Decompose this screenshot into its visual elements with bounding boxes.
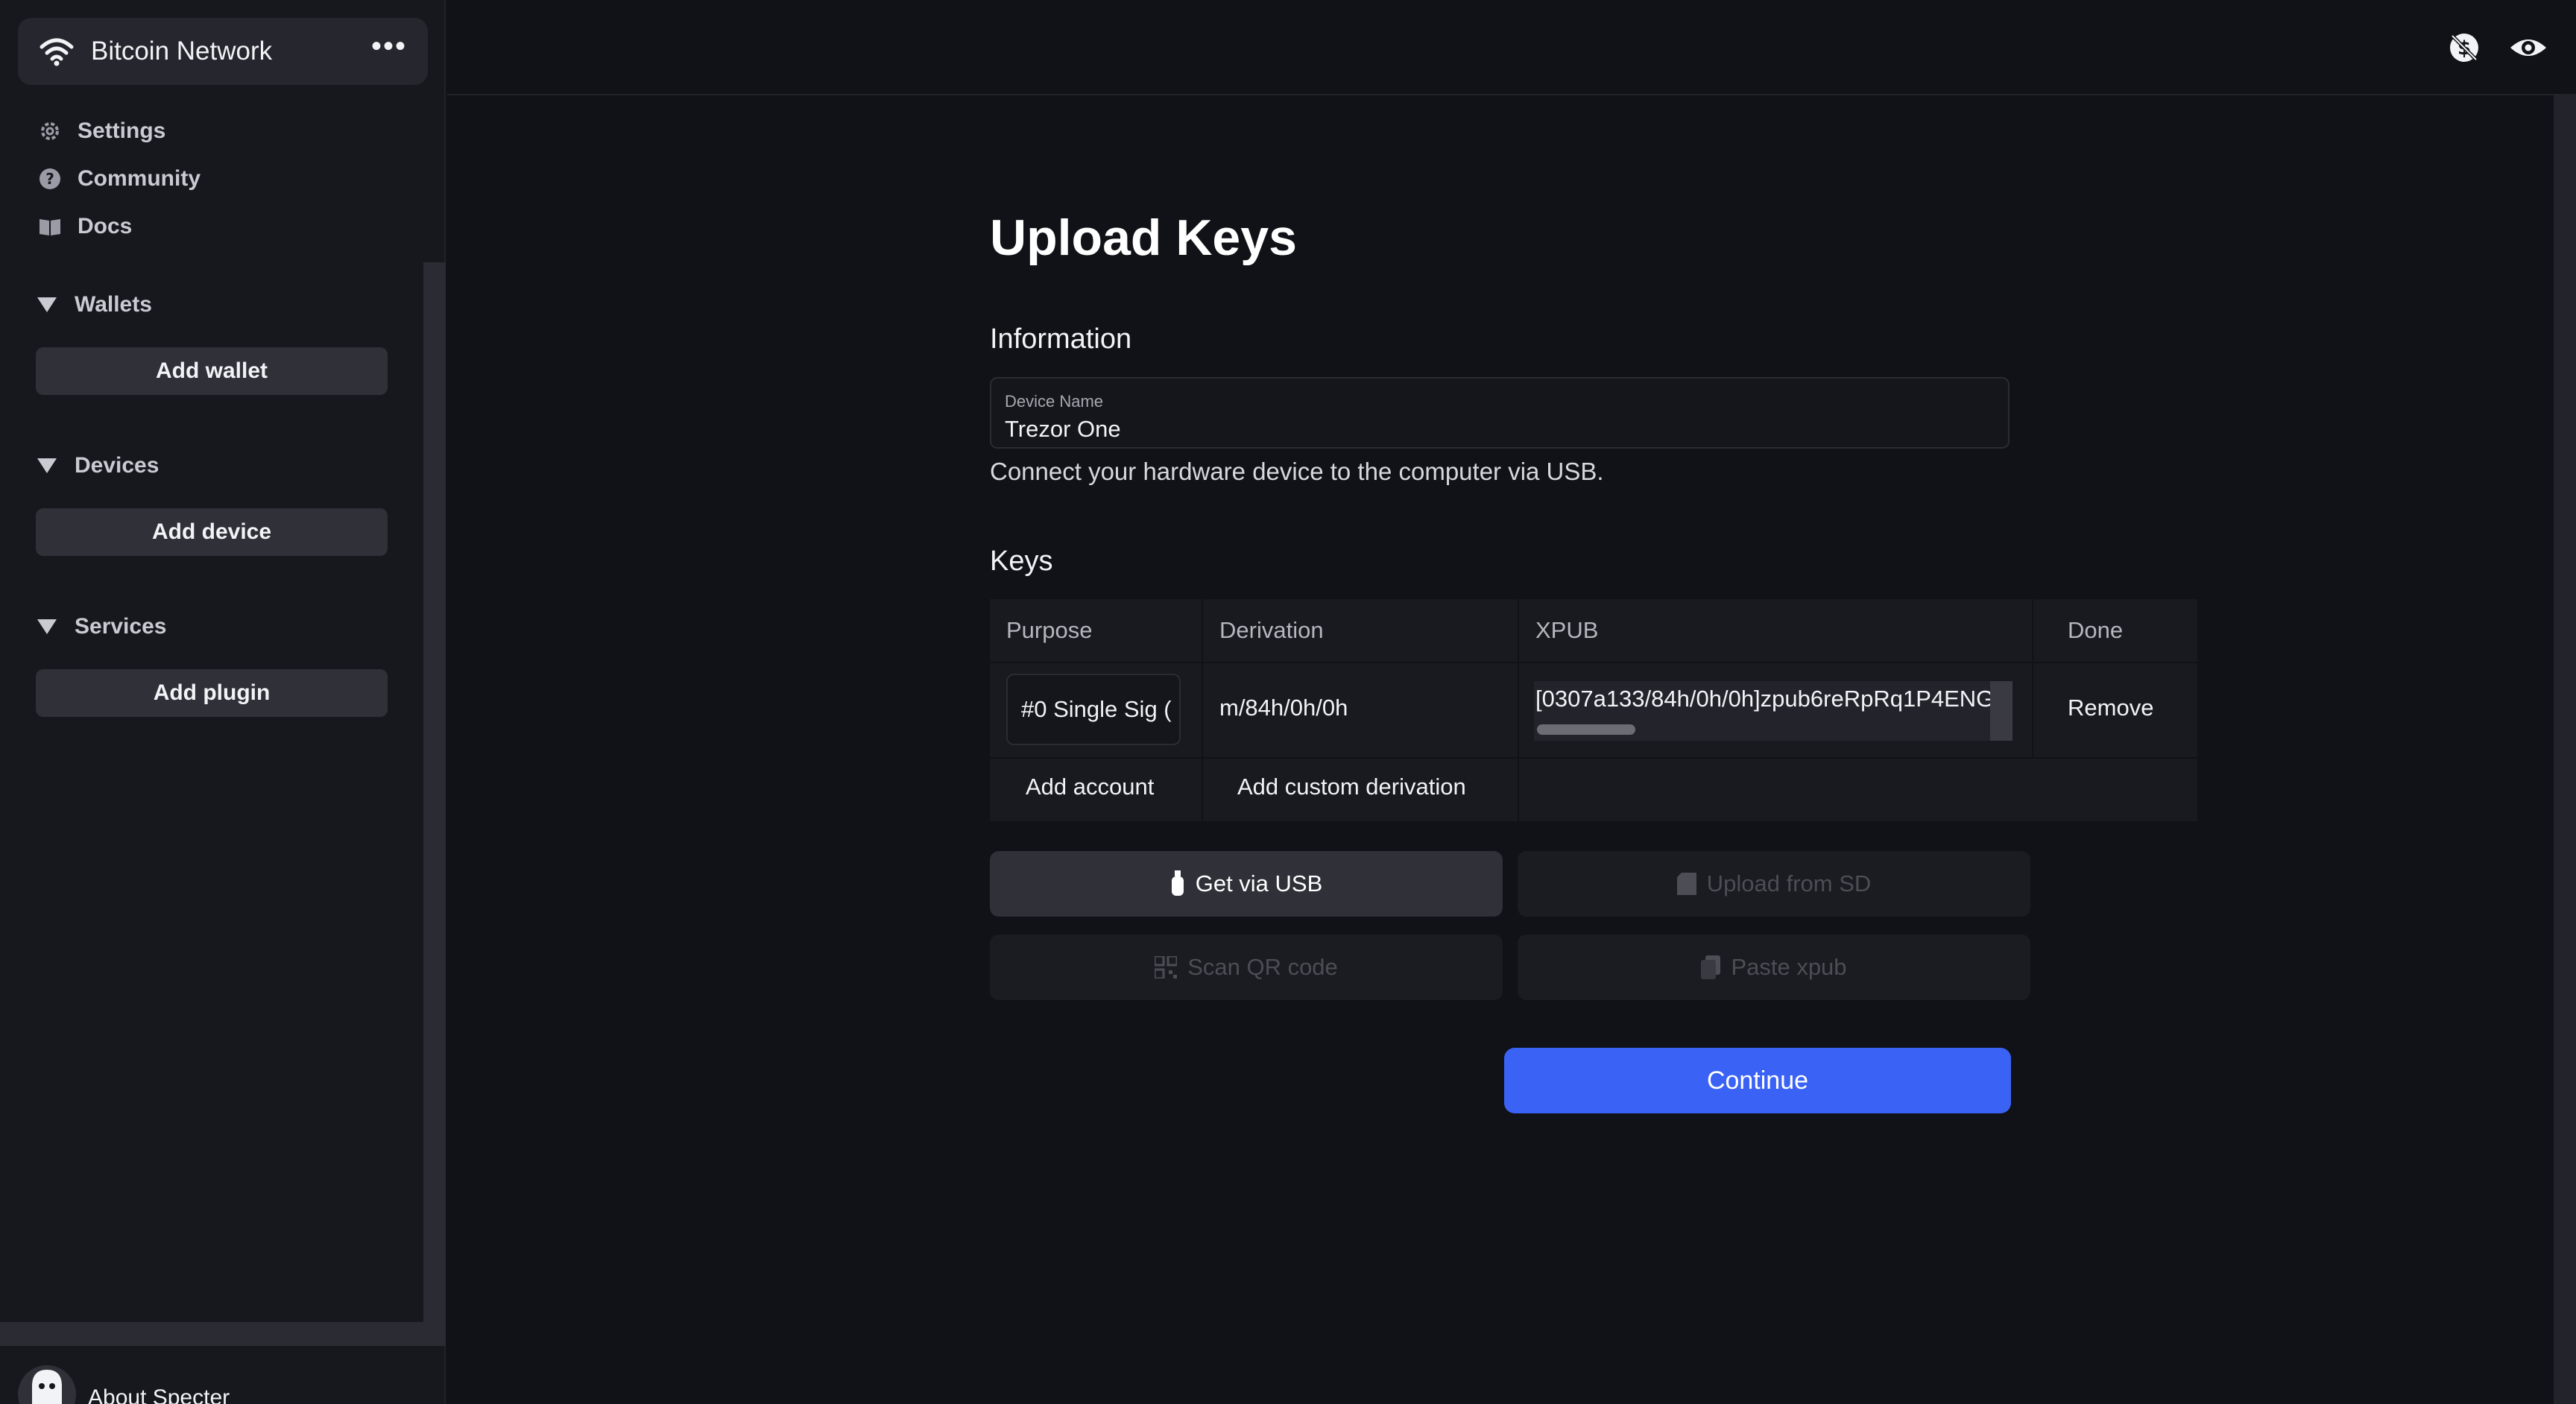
main-scrollbar[interactable]	[2554, 95, 2576, 1404]
about-label: About Specter	[88, 1385, 230, 1404]
continue-button[interactable]: Continue	[1504, 1048, 2011, 1113]
sidebar-item-label: Docs	[78, 214, 133, 238]
sidebar-item-label: Settings	[78, 118, 166, 143]
page-title: Upload Keys	[990, 209, 1297, 266]
keys-title: Keys	[990, 546, 1053, 577]
header-purpose: Purpose	[1006, 617, 1093, 643]
add-plugin-button[interactable]: Add plugin	[36, 669, 388, 717]
sidebar-item-label: Community	[78, 166, 201, 191]
section-title: Wallets	[75, 292, 152, 317]
xpub-field[interactable]: [0307a133/84h/0h/0h]zpub6reRpRq1P4ENG	[1534, 681, 2012, 741]
more-options-icon[interactable]: •••	[371, 31, 407, 72]
network-selector[interactable]: Bitcoin Network •••	[18, 18, 428, 85]
question-icon: ?	[37, 166, 63, 192]
remove-key-button[interactable]: Remove	[2068, 695, 2153, 721]
xpub-scroll-thumb[interactable]	[1537, 724, 1635, 735]
add-account-button[interactable]: Add account	[1026, 774, 1154, 800]
get-via-usb-label: Get via USB	[1195, 870, 1323, 897]
device-name-field[interactable]: Device Name Trezor One	[990, 377, 2010, 449]
wifi-icon	[40, 38, 74, 66]
get-via-usb-button[interactable]: Get via USB	[990, 851, 1503, 917]
upload-from-sd-button[interactable]: Upload from SD	[1518, 851, 2030, 917]
xpub-scroll-end	[1990, 681, 2012, 741]
sidebar-item-settings[interactable]: Settings	[37, 107, 201, 155]
add-custom-derivation-button[interactable]: Add custom derivation	[1237, 774, 1466, 800]
sd-card-icon	[1676, 873, 1696, 895]
scan-qr-code-button[interactable]: Scan QR code	[990, 935, 1503, 1000]
top-bar: $	[447, 0, 2576, 95]
header-xpub: XPUB	[1535, 617, 1599, 643]
device-name-label: Device Name	[1005, 392, 1104, 411]
eye-icon[interactable]	[2509, 31, 2548, 64]
connection-hint: Connect your hardware device to the comp…	[990, 458, 1604, 485]
sidebar-nav: Settings ? Community Docs	[37, 107, 201, 250]
wallets-section: Wallets	[37, 286, 152, 323]
ghost-logo-icon	[18, 1365, 76, 1404]
information-title: Information	[990, 323, 1132, 355]
services-section: Services	[37, 608, 166, 645]
scan-qr-code-label: Scan QR code	[1187, 954, 1338, 980]
usb-icon	[1170, 870, 1185, 897]
devices-section-header[interactable]: Devices	[37, 447, 159, 484]
qr-code-icon	[1155, 956, 1178, 978]
section-title: Devices	[75, 453, 160, 478]
triangle-down-icon	[37, 297, 57, 312]
row-divider	[990, 757, 2197, 759]
book-icon	[37, 214, 63, 239]
xpub-value: [0307a133/84h/0h/0h]zpub6reRpRq1P4ENG	[1535, 686, 1995, 712]
sidebar: Bitcoin Network ••• Settings ? Community…	[0, 0, 446, 1404]
add-device-button[interactable]: Add device	[36, 508, 388, 556]
paste-xpub-label: Paste xpub	[1731, 954, 1847, 980]
hide-balance-icon[interactable]: $	[2448, 31, 2481, 64]
gear-icon	[37, 118, 63, 144]
sidebar-item-community[interactable]: ? Community	[37, 155, 201, 203]
triangle-down-icon	[37, 458, 57, 473]
paste-xpub-button[interactable]: Paste xpub	[1518, 935, 2030, 1000]
wallets-section-header[interactable]: Wallets	[37, 286, 152, 323]
svg-text:?: ?	[45, 170, 54, 188]
column-divider	[1202, 599, 1203, 821]
derivation-cell: m/84h/0h/0h	[1219, 695, 1348, 721]
column-divider	[2032, 599, 2033, 757]
clipboard-icon	[1701, 955, 1721, 979]
row-divider	[990, 662, 2197, 663]
section-title: Services	[75, 614, 167, 639]
add-wallet-button[interactable]: Add wallet	[36, 347, 388, 395]
sidebar-horizontal-scrollbar[interactable]	[0, 1322, 446, 1346]
header-done: Done	[2068, 617, 2124, 643]
triangle-down-icon	[37, 619, 57, 634]
services-section-header[interactable]: Services	[37, 608, 166, 645]
app-window: Bitcoin Network ••• Settings ? Community…	[0, 0, 2576, 1404]
upload-keys-panel: Upload Keys Information Device Name Trez…	[990, 209, 2197, 1113]
device-name-input[interactable]: Trezor One	[1005, 416, 1121, 442]
header-derivation: Derivation	[1219, 617, 1324, 643]
network-label: Bitcoin Network	[91, 37, 273, 66]
sidebar-item-docs[interactable]: Docs	[37, 203, 201, 250]
purpose-select[interactable]: #0 Single Sig (	[1006, 674, 1181, 745]
sidebar-scrollbar[interactable]	[423, 262, 446, 1322]
keys-table: Purpose Derivation XPUB Done #0 Single S…	[990, 599, 2197, 821]
upload-from-sd-label: Upload from SD	[1706, 870, 1872, 897]
column-divider	[1518, 599, 1519, 821]
devices-section: Devices	[37, 447, 159, 484]
about-specter[interactable]: About Specter	[18, 1365, 230, 1404]
